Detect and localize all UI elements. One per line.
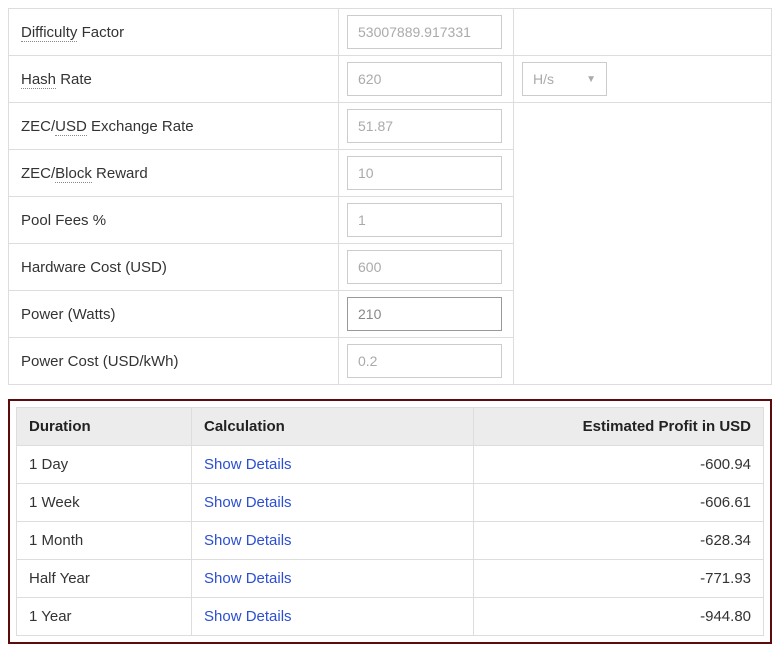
show-details-link[interactable]: Show Details — [204, 456, 292, 473]
calculation-cell: Show Details — [192, 446, 474, 484]
spacer-cell — [514, 9, 772, 56]
field-input[interactable] — [347, 109, 502, 143]
table-row: Half Year Show Details -771.93 — [17, 560, 764, 598]
form-row: ZEC/USD Exchange Rate — [9, 103, 772, 150]
field-input-cell — [339, 9, 514, 56]
field-input-cell — [339, 150, 514, 197]
form-row: Difficulty Factor — [9, 9, 772, 56]
spacer-cell — [514, 338, 772, 385]
table-row: 1 Year Show Details -944.80 — [17, 598, 764, 636]
field-input-cell — [339, 197, 514, 244]
field-input-cell — [339, 56, 514, 103]
calculator-form: Difficulty FactorHash Rate H/s ▼ ZEC/USD Ex… — [8, 8, 772, 385]
profit-cell: -628.34 — [474, 522, 764, 560]
field-input-cell — [339, 338, 514, 385]
field-input[interactable] — [347, 250, 502, 284]
form-row: Power (Watts) — [9, 291, 772, 338]
form-row: Hardware Cost (USD) — [9, 244, 772, 291]
calculation-cell: Show Details — [192, 484, 474, 522]
show-details-link[interactable]: Show Details — [204, 494, 292, 511]
results-table: Duration Calculation Estimated Profit in… — [16, 407, 764, 636]
field-input-cell — [339, 244, 514, 291]
header-duration: Duration — [17, 408, 192, 446]
form-row: Hash Rate H/s ▼ — [9, 56, 772, 103]
duration-cell: 1 Week — [17, 484, 192, 522]
calculation-cell: Show Details — [192, 560, 474, 598]
calculation-cell: Show Details — [192, 522, 474, 560]
unit-select[interactable]: H/s ▼ — [522, 62, 607, 96]
duration-cell: 1 Month — [17, 522, 192, 560]
spacer-cell — [514, 291, 772, 338]
field-input[interactable] — [347, 344, 502, 378]
form-row: ZEC/Block Reward — [9, 150, 772, 197]
header-profit: Estimated Profit in USD — [474, 408, 764, 446]
show-details-link[interactable]: Show Details — [204, 532, 292, 549]
field-label: ZEC/USD Exchange Rate — [9, 103, 339, 150]
chevron-down-icon: ▼ — [586, 74, 596, 85]
header-calculation: Calculation — [192, 408, 474, 446]
field-label: Power (Watts) — [9, 291, 339, 338]
spacer-cell — [514, 150, 772, 197]
field-unit-cell: H/s ▼ — [514, 56, 772, 103]
field-input-cell — [339, 103, 514, 150]
profit-cell: -944.80 — [474, 598, 764, 636]
spacer-cell — [514, 197, 772, 244]
field-input[interactable] — [347, 15, 502, 49]
profit-cell: -600.94 — [474, 446, 764, 484]
field-label: Pool Fees % — [9, 197, 339, 244]
duration-cell: Half Year — [17, 560, 192, 598]
field-label: Hash Rate — [9, 56, 339, 103]
field-label: Power Cost (USD/kWh) — [9, 338, 339, 385]
results-panel: Duration Calculation Estimated Profit in… — [8, 399, 772, 644]
field-input[interactable] — [347, 156, 502, 190]
duration-cell: 1 Year — [17, 598, 192, 636]
show-details-link[interactable]: Show Details — [204, 608, 292, 625]
form-row: Pool Fees % — [9, 197, 772, 244]
field-label: Difficulty Factor — [9, 9, 339, 56]
field-label: Hardware Cost (USD) — [9, 244, 339, 291]
table-row: 1 Month Show Details -628.34 — [17, 522, 764, 560]
calculation-cell: Show Details — [192, 598, 474, 636]
field-input[interactable] — [347, 203, 502, 237]
table-row: 1 Day Show Details -600.94 — [17, 446, 764, 484]
unit-select-value: H/s — [533, 71, 554, 87]
table-row: 1 Week Show Details -606.61 — [17, 484, 764, 522]
profit-cell: -606.61 — [474, 484, 764, 522]
field-label: ZEC/Block Reward — [9, 150, 339, 197]
field-input-cell — [339, 291, 514, 338]
spacer-cell — [514, 103, 772, 150]
spacer-cell — [514, 244, 772, 291]
field-input[interactable] — [347, 62, 502, 96]
field-input[interactable] — [347, 297, 502, 331]
duration-cell: 1 Day — [17, 446, 192, 484]
form-row: Power Cost (USD/kWh) — [9, 338, 772, 385]
show-details-link[interactable]: Show Details — [204, 570, 292, 587]
profit-cell: -771.93 — [474, 560, 764, 598]
